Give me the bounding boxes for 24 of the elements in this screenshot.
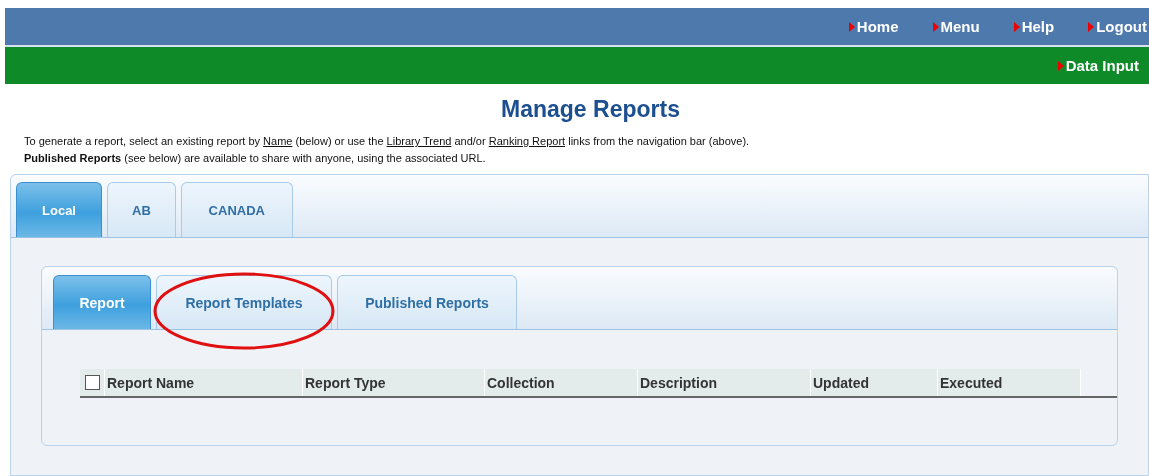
nav-link[interactable]: Home: [848, 18, 899, 35]
tab[interactable]: Published Reports: [337, 275, 517, 329]
text-link[interactable]: Library Trend: [386, 135, 452, 147]
column-header[interactable]: Updated: [811, 369, 938, 396]
nav-link[interactable]: Menu: [932, 18, 980, 35]
tab[interactable]: Local: [16, 182, 102, 237]
column-header[interactable]: Report Type: [303, 369, 485, 396]
column-header[interactable]: Executed: [938, 369, 1081, 396]
tab[interactable]: Report: [53, 275, 151, 329]
tab[interactable]: AB: [107, 182, 176, 237]
nav-link[interactable]: Logout: [1088, 18, 1147, 35]
tab[interactable]: CANADA: [180, 182, 293, 237]
note-text: Published Reports (see below) are available to share with anyone, using the associated URL.: [23, 151, 487, 166]
page-title: Manage Reports: [500, 96, 681, 123]
nav-link[interactable]: Help: [1013, 18, 1055, 35]
column-header[interactable]: Description: [638, 369, 811, 396]
checkbox[interactable]: [84, 375, 100, 390]
column-header[interactable]: Report Name: [105, 369, 303, 396]
intro-text: To generate a report, select an existing report by Name (below) or use the Library Trend and/or Ranking Report links from the navigation bar (above).: [23, 134, 751, 149]
tab[interactable]: Report Templates: [156, 275, 332, 329]
nav-link[interactable]: Data Input: [1057, 57, 1139, 74]
text-link[interactable]: Ranking Report: [488, 135, 566, 147]
text-link[interactable]: Name: [263, 135, 293, 147]
column-header[interactable]: Collection: [485, 369, 638, 396]
